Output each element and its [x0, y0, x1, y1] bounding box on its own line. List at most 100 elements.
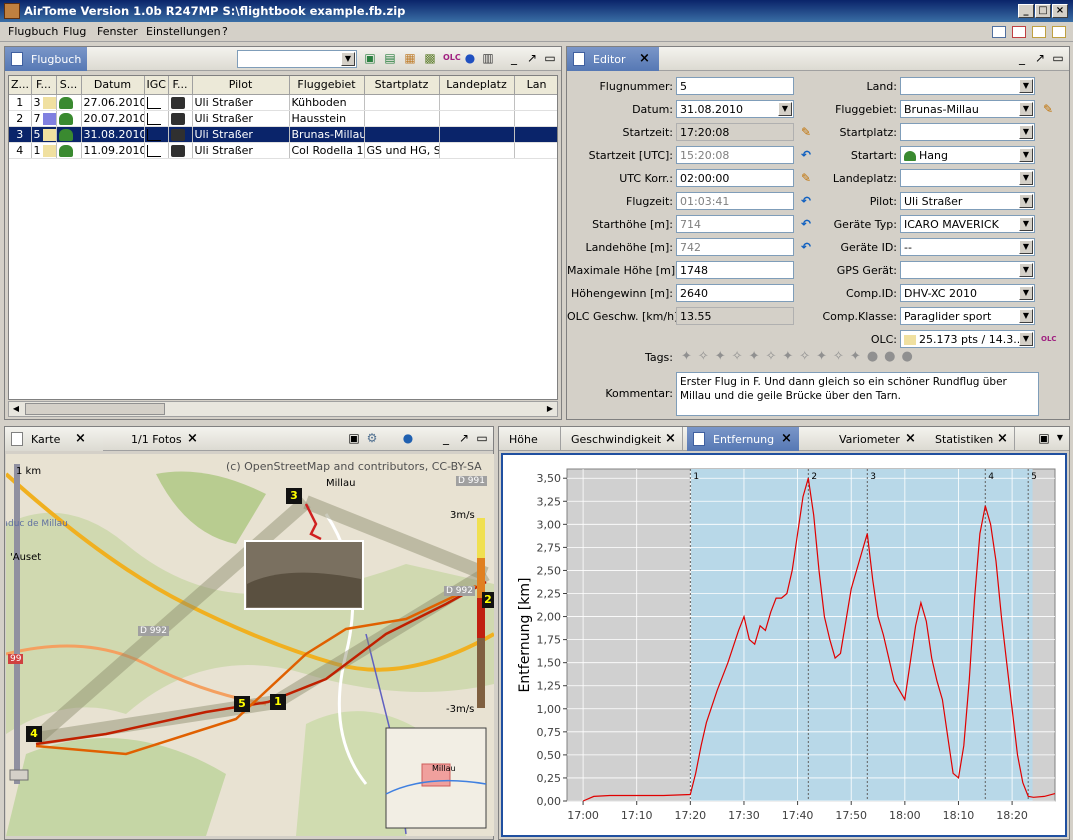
editor-field-left-9[interactable]: 2640	[676, 284, 794, 302]
import-icon[interactable]: ▤	[383, 52, 397, 65]
column-header[interactable]: Landeplatz	[439, 76, 515, 95]
editor-field-left-2[interactable]: 17:20:08	[676, 123, 794, 141]
editor-field-right-11[interactable]: 25.173 pts / 14.3... ▼	[900, 330, 1035, 348]
column-header[interactable]: F...	[168, 76, 193, 95]
chevron-down-icon[interactable]: ▼	[1019, 332, 1033, 346]
minimize-panel-icon[interactable]: _	[507, 52, 521, 65]
close-tab-icon[interactable]: ×	[781, 431, 792, 446]
maximize-button[interactable]: □	[1035, 4, 1051, 18]
menu-flug[interactable]: Flug	[63, 25, 86, 38]
layers-icon[interactable]: ⚙	[365, 432, 379, 445]
chevron-down-icon[interactable]: ▼	[1019, 79, 1033, 93]
editor-field-left-8[interactable]: 1748	[676, 261, 794, 279]
chevron-down-icon[interactable]: ▼	[1019, 148, 1033, 162]
scroll-left-icon[interactable]: ◀	[9, 402, 23, 416]
column-header[interactable]: Pilot	[192, 76, 290, 95]
editor-field-right-6[interactable]: ICARO MAVERICK ▼	[900, 215, 1035, 233]
detach-icon[interactable]: ↗	[525, 52, 539, 65]
detach-icon[interactable]: ↗	[457, 432, 471, 445]
chevron-down-icon[interactable]: ▼	[1019, 286, 1033, 300]
editor-field-left-6[interactable]: 714	[676, 215, 794, 233]
tab-entfernung[interactable]: Entfernung ×	[687, 427, 799, 451]
minimize-panel-icon[interactable]: _	[439, 432, 453, 445]
tab-karte[interactable]: Karte ×	[5, 427, 103, 451]
new-flight-icon[interactable]: ▣	[363, 52, 377, 65]
globe-icon[interactable]: ●	[401, 432, 415, 445]
close-tab-icon[interactable]: ×	[187, 431, 198, 446]
tab-fotos[interactable]: 1/1 Fotos ×	[115, 427, 215, 451]
editor-field-right-1[interactable]: Brunas-Millau ▼	[900, 100, 1035, 118]
layout-2-icon[interactable]	[1012, 26, 1026, 38]
save-icon[interactable]: ▣	[347, 432, 361, 445]
chevron-down-icon[interactable]: ▼	[1019, 125, 1033, 139]
chevron-down-icon[interactable]: ▼	[1053, 432, 1067, 445]
chevron-down-icon[interactable]: ▼	[341, 52, 355, 66]
photo-icon[interactable]: ▩	[423, 52, 437, 65]
maximize-panel-icon[interactable]: ▭	[475, 432, 489, 445]
chevron-down-icon[interactable]: ▼	[1019, 194, 1033, 208]
olc-icon[interactable]: OLC	[1041, 332, 1057, 346]
minimize-panel-icon[interactable]: _	[1015, 52, 1029, 65]
close-tab-icon[interactable]: ×	[665, 431, 676, 446]
horizontal-scrollbar[interactable]: ◀ ▶	[8, 401, 558, 417]
chevron-down-icon[interactable]: ▼	[1019, 217, 1033, 231]
column-header[interactable]: S...	[56, 76, 82, 95]
maximize-panel-icon[interactable]: ▭	[1051, 52, 1065, 65]
waypoint-marker[interactable]: 5	[234, 696, 250, 712]
waypoint-marker[interactable]: 2	[482, 592, 494, 608]
olc-icon[interactable]: OLC	[443, 52, 461, 65]
layout-3-icon[interactable]	[1032, 26, 1046, 38]
editor-field-left-10[interactable]: 13.55	[676, 307, 794, 325]
tab-editor[interactable]: Editor ×	[567, 47, 659, 71]
column-header[interactable]: F...	[31, 76, 57, 95]
layout-4-icon[interactable]	[1052, 26, 1066, 38]
editor-field-left-4[interactable]: 02:00:00	[676, 169, 794, 187]
editor-field-right-0[interactable]: ▼	[900, 77, 1035, 95]
column-header[interactable]: Startplatz	[364, 76, 440, 95]
editor-field-right-10[interactable]: Paraglider sport ▼	[900, 307, 1035, 325]
tags-icon-row[interactable]: ✦✧✦✧✦✧✦✧✦✧✦●●●	[681, 349, 1041, 365]
map-view[interactable]: (c) OpenStreetMap and contributors, CC-B…	[6, 454, 494, 836]
chevron-down-icon[interactable]: ▼	[1019, 102, 1033, 116]
editor-field-left-1[interactable]: 31.08.2010 ▼	[676, 100, 794, 118]
trash-icon[interactable]: ▥	[481, 52, 495, 65]
editor-field-left-0[interactable]: 5	[676, 77, 794, 95]
table-row[interactable]: 1 3 27.06.2010 Uli Straßer Kühboden	[9, 94, 557, 111]
chevron-down-icon[interactable]: ▼	[1019, 309, 1033, 323]
editor-field-right-4[interactable]: ▼	[900, 169, 1035, 187]
editor-field-right-8[interactable]: ▼	[900, 261, 1035, 279]
menu-help[interactable]: ?	[222, 25, 228, 38]
close-tab-icon[interactable]: ×	[75, 431, 86, 446]
editor-field-left-7[interactable]: 742	[676, 238, 794, 256]
editor-field-left-5[interactable]: 01:03:41	[676, 192, 794, 210]
table-row[interactable]: 2 7 20.07.2010 Uli Straßer Hausstein	[9, 110, 557, 127]
column-header[interactable]: Z...	[9, 76, 32, 95]
tab-statistiken[interactable]: Statistiken ×	[925, 427, 1015, 451]
waypoint-marker[interactable]: 1	[270, 694, 286, 710]
tab-flugbuch[interactable]: Flugbuch	[5, 47, 87, 71]
chevron-down-icon[interactable]: ▼	[778, 102, 792, 116]
save-icon[interactable]: ▣	[1037, 432, 1051, 445]
editor-field-left-3[interactable]: 15:20:08	[676, 146, 794, 164]
minimize-button[interactable]: _	[1018, 4, 1034, 18]
scroll-right-icon[interactable]: ▶	[543, 402, 557, 416]
layout-1-icon[interactable]	[992, 26, 1006, 38]
kommentar-field[interactable]: Erster Flug in F. Und dann gleich so ein…	[676, 372, 1039, 416]
chevron-down-icon[interactable]: ▼	[1019, 240, 1033, 254]
editor-field-right-7[interactable]: -- ▼	[900, 238, 1035, 256]
column-header[interactable]: IGC	[144, 76, 169, 95]
tab-variometer[interactable]: Variometer ×	[825, 427, 921, 451]
globe-icon[interactable]: ●	[463, 52, 477, 65]
close-tab-icon[interactable]: ×	[639, 51, 650, 66]
chevron-down-icon[interactable]: ▼	[1019, 263, 1033, 277]
menu-flugbuch[interactable]: Flugbuch	[8, 25, 58, 38]
table-row[interactable]: 4 1 11.09.2010 Uli Straßer Col Rodella 1 GS u…	[9, 142, 557, 159]
scroll-thumb[interactable]	[25, 403, 165, 415]
column-header[interactable]: Lan	[514, 76, 557, 95]
close-button[interactable]: ×	[1052, 4, 1068, 18]
chevron-down-icon[interactable]: ▼	[1019, 171, 1033, 185]
menu-einstellungen[interactable]: Einstellungen	[146, 25, 221, 38]
waypoint-marker[interactable]: 4	[26, 726, 42, 742]
magic-wand-icon[interactable]: ✎	[1041, 102, 1055, 116]
detach-icon[interactable]: ↗	[1033, 52, 1047, 65]
